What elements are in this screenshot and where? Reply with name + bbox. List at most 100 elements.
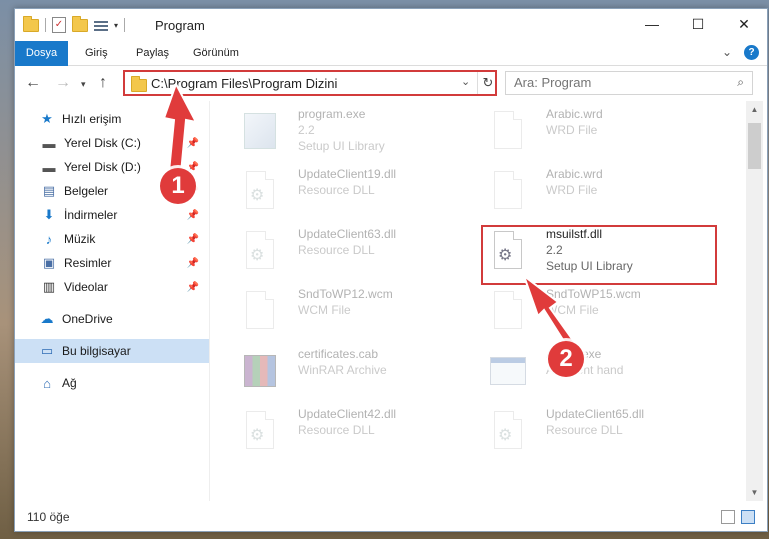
file-version: 2.2 xyxy=(298,123,315,137)
file-description: Setup UI Library xyxy=(298,139,385,153)
refresh-icon[interactable]: ↻ xyxy=(477,72,498,94)
nav-pictures[interactable]: ▣ Resimler 📌 xyxy=(15,251,209,275)
file-item[interactable]: ⚙ UpdateClient19.dll Resource DLL xyxy=(228,163,468,219)
maximize-button[interactable]: ☐ xyxy=(675,9,721,39)
file-type: Resource DLL xyxy=(298,423,375,437)
title-bar: ✓ ▾ Program — ☐ ✕ xyxy=(15,9,767,41)
properties-check-icon[interactable]: ✓ xyxy=(52,17,66,33)
new-folder-icon[interactable] xyxy=(72,15,88,32)
nav-downloads[interactable]: ⬇ İndirmeler 📌 xyxy=(15,203,209,227)
file-type: Resource DLL xyxy=(298,183,375,197)
status-bar: 110 öğe xyxy=(15,505,767,529)
file-name: Arabic.wrd xyxy=(546,167,603,181)
tiles-view-icon[interactable] xyxy=(741,510,755,524)
scroll-thumb[interactable] xyxy=(748,123,761,169)
gear-icon: ⚙ xyxy=(250,187,265,204)
drive-icon: ▬ xyxy=(42,135,56,151)
documents-icon: ▤ xyxy=(42,183,56,198)
file-item[interactable]: ⚙ UpdateClient65.dll Resource DLL xyxy=(476,403,716,459)
scroll-down-icon[interactable]: ▼ xyxy=(746,484,763,501)
file-name: UpdateClient65.dll xyxy=(546,407,645,421)
file-name: UpdateClient63.dll xyxy=(298,227,397,241)
pin-icon[interactable]: 📌 xyxy=(187,282,199,293)
search-box[interactable]: ⌕ xyxy=(505,71,753,95)
nav-label: OneDrive xyxy=(62,312,113,326)
vertical-scrollbar[interactable]: ▲ ▼ xyxy=(746,101,763,501)
forward-arrow-icon[interactable]: → xyxy=(55,74,71,92)
gear-icon: ⚙ xyxy=(250,247,265,264)
downloads-icon: ⬇ xyxy=(43,207,55,222)
toolbar-divider xyxy=(45,18,46,32)
step-badge-2: 2 xyxy=(548,341,584,377)
file-name: UpdateClient42.dll xyxy=(298,407,397,421)
recent-locations-dropdown-icon[interactable]: ▾ xyxy=(81,79,86,90)
properties-icon[interactable] xyxy=(94,19,108,31)
file-item[interactable]: certificates.cab WinRAR Archive xyxy=(228,343,468,399)
file-icon xyxy=(494,171,522,209)
close-button[interactable]: ✕ xyxy=(721,9,767,39)
file-icon xyxy=(246,291,274,329)
details-view-icon[interactable] xyxy=(721,510,735,524)
app-icon xyxy=(490,357,526,385)
videos-icon: ▥ xyxy=(42,279,56,294)
gear-icon: ⚙ xyxy=(250,427,265,444)
back-arrow-icon[interactable]: ← xyxy=(25,74,41,92)
address-row: ← → ▾ ↑ C:\Program Files\Program Dizini … xyxy=(15,66,767,100)
file-item[interactable]: Arabic.wrd WRD File xyxy=(476,163,716,219)
file-type: Resource DLL xyxy=(298,243,375,257)
file-item[interactable]: SndToWP12.wcm WCM File xyxy=(228,283,468,339)
tab-share[interactable]: Paylaş xyxy=(126,41,179,65)
expand-ribbon-icon[interactable]: ⌄ xyxy=(722,45,732,60)
file-item[interactable]: ⚙ UpdateClient63.dll Resource DLL xyxy=(228,223,468,279)
network-icon: ⌂ xyxy=(43,375,51,391)
tab-home[interactable]: Giriş xyxy=(75,41,118,65)
file-type: WRD File xyxy=(546,183,598,197)
file-type: WinRAR Archive xyxy=(298,363,387,377)
nav-onedrive[interactable]: ☁ OneDrive xyxy=(15,307,209,331)
folder-icon xyxy=(23,15,39,32)
file-icon xyxy=(494,111,522,149)
gear-icon: ⚙ xyxy=(498,427,513,444)
window-title: Program xyxy=(155,18,205,33)
nav-network[interactable]: ⌂ Ağ xyxy=(15,371,209,395)
pin-icon[interactable]: 📌 xyxy=(187,234,199,245)
quick-access-toolbar: ✓ ▾ xyxy=(23,15,126,33)
address-dropdown-icon[interactable]: ⌄ xyxy=(461,75,470,88)
scroll-up-icon[interactable]: ▲ xyxy=(746,101,763,118)
nav-music[interactable]: ♪ Müzik 📌 xyxy=(15,227,209,251)
computer-icon: ▭ xyxy=(40,343,54,358)
help-icon[interactable]: ? xyxy=(744,45,759,60)
up-arrow-icon[interactable]: ↑ xyxy=(99,74,107,92)
nav-label: Yerel Disk (C:) xyxy=(64,136,141,150)
nav-videos[interactable]: ▥ Videolar 📌 xyxy=(15,275,209,299)
tab-view[interactable]: Görünüm xyxy=(183,41,249,65)
minimize-button[interactable]: — xyxy=(629,9,675,39)
star-icon: ★ xyxy=(41,111,53,126)
nav-label: Hızlı erişim xyxy=(62,112,122,126)
nav-label: Belgeler xyxy=(64,184,109,198)
file-name: certificates.cab xyxy=(298,347,379,361)
folder-icon xyxy=(131,76,147,92)
explorer-window: ✓ ▾ Program — ☐ ✕ Dosya Giriş Paylaş Gör… xyxy=(14,8,768,532)
pin-icon[interactable]: 📌 xyxy=(187,210,199,221)
nav-label: Yerel Disk (D:) xyxy=(64,160,141,174)
file-type: WCM File xyxy=(298,303,351,317)
customize-qat-dropdown-icon[interactable]: ▾ xyxy=(114,21,118,30)
file-item[interactable]: Arabic.wrd WRD File xyxy=(476,103,716,159)
file-icon xyxy=(494,291,522,329)
file-name: program.exe xyxy=(298,107,366,121)
file-name: SndToWP12.wcm xyxy=(298,287,393,301)
file-item[interactable]: ⚙ UpdateClient42.dll Resource DLL xyxy=(228,403,468,459)
file-item[interactable]: program.exe 2.2 Setup UI Library xyxy=(228,103,468,159)
nav-label: Müzik xyxy=(64,232,96,246)
toolbar-divider xyxy=(124,18,126,32)
pictures-icon: ▣ xyxy=(42,255,56,270)
step-badge-1: 1 xyxy=(160,168,196,204)
search-icon[interactable]: ⌕ xyxy=(737,75,744,90)
search-input[interactable] xyxy=(506,72,714,92)
nav-label: Resimler xyxy=(64,256,112,270)
archive-icon xyxy=(244,355,276,387)
pin-icon[interactable]: 📌 xyxy=(187,258,199,269)
exe-icon xyxy=(244,113,276,149)
nav-this-pc[interactable]: ▭ Bu bilgisayar xyxy=(15,339,209,363)
